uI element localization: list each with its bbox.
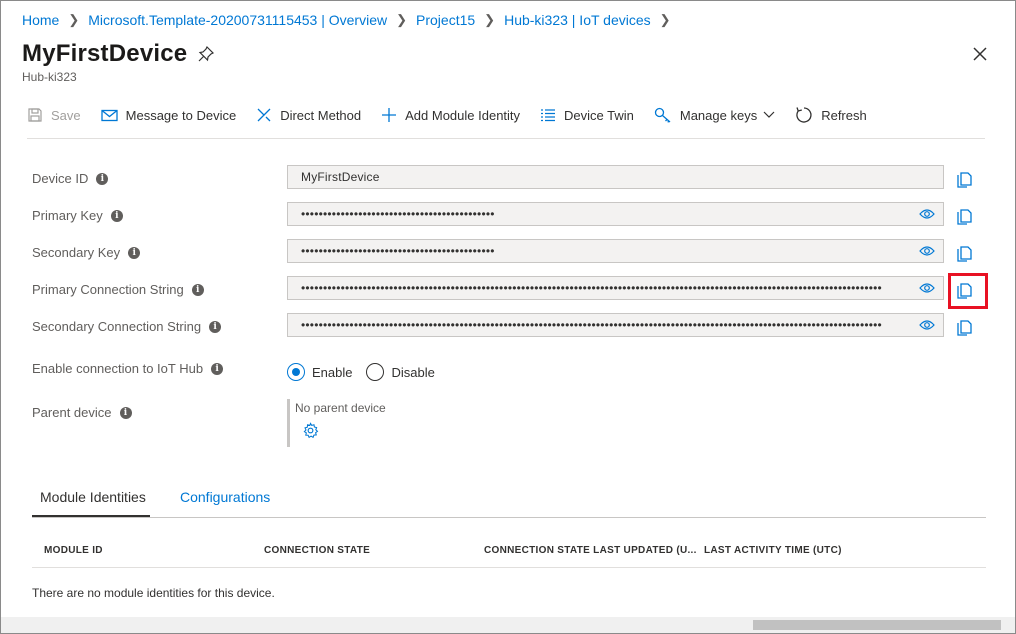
copy-device-id-icon[interactable]: [957, 172, 973, 190]
enable-radio[interactable]: [287, 363, 305, 381]
message-to-device-button[interactable]: Message to Device: [100, 107, 237, 123]
device-id-label: Device ID i: [32, 171, 109, 186]
table-header-divider: [32, 567, 986, 568]
parent-device-bar: [287, 399, 290, 447]
copy-primary-key-icon[interactable]: [957, 209, 973, 227]
primary-key-value: ••••••••••••••••••••••••••••••••••••••••…: [301, 207, 495, 221]
info-icon[interactable]: i: [128, 246, 141, 259]
eye-icon[interactable]: [919, 319, 935, 331]
parent-device-label-text: Parent device: [32, 405, 112, 420]
pin-icon[interactable]: [197, 45, 215, 63]
add-module-identity-label: Add Module Identity: [405, 107, 521, 123]
copy-secondary-key-icon[interactable]: [957, 246, 973, 264]
breadcrumb-template-overview[interactable]: Microsoft.Template-20200731115453 | Over…: [88, 12, 387, 28]
info-icon[interactable]: i: [110, 209, 123, 222]
direct-method-icon: [257, 108, 271, 122]
highlight-box: [948, 273, 988, 309]
chevron-right-icon: ❯: [396, 12, 408, 27]
device-id-label-text: Device ID: [32, 171, 89, 186]
chevron-right-icon: ❯: [68, 12, 80, 27]
key-icon: [654, 107, 671, 123]
device-id-field: MyFirstDevice: [287, 165, 944, 189]
command-bar: Save Message to Device Direct Method Add…: [27, 103, 887, 127]
gear-icon[interactable]: [302, 422, 319, 439]
eye-icon[interactable]: [919, 282, 935, 294]
refresh-button[interactable]: Refresh: [795, 106, 867, 124]
secondary-key-label: Secondary Key i: [32, 245, 141, 260]
eye-icon[interactable]: [919, 245, 935, 257]
enable-connection-label-text: Enable connection to IoT Hub: [32, 361, 204, 376]
mail-icon: [100, 109, 118, 121]
info-icon[interactable]: i: [119, 406, 132, 419]
manage-keys-label: Manage keys: [679, 107, 758, 123]
device-id-value: MyFirstDevice: [301, 170, 380, 184]
chevron-right-icon: ❯: [484, 12, 496, 27]
column-header-connection-state-last-updated[interactable]: CONNECTION STATE LAST UPDATED (U...: [484, 545, 697, 556]
close-icon[interactable]: [969, 43, 991, 65]
enable-connection-label: Enable connection to IoT Hub i: [32, 361, 224, 376]
primary-connection-string-value: ••••••••••••••••••••••••••••••••••••••••…: [301, 281, 882, 295]
column-header-connection-state[interactable]: CONNECTION STATE: [264, 545, 370, 556]
secondary-connection-string-label-text: Secondary Connection String: [32, 319, 202, 334]
enable-radio-label[interactable]: Enable: [312, 365, 352, 380]
chevron-down-icon: [763, 111, 775, 118]
plus-icon: [382, 108, 397, 122]
eye-icon[interactable]: [919, 208, 935, 220]
save-label: Save: [51, 107, 81, 123]
info-icon[interactable]: i: [191, 283, 204, 296]
refresh-icon: [796, 107, 812, 123]
breadcrumb-home[interactable]: Home: [22, 12, 59, 28]
primary-connection-string-label-text: Primary Connection String: [32, 282, 184, 297]
disable-radio[interactable]: [366, 363, 385, 381]
secondary-key-field: ••••••••••••••••••••••••••••••••••••••••…: [287, 239, 944, 263]
secondary-connection-string-value: ••••••••••••••••••••••••••••••••••••••••…: [301, 318, 882, 332]
column-header-module-id[interactable]: MODULE ID: [44, 545, 103, 556]
parent-device-value: No parent device: [295, 401, 386, 415]
refresh-label: Refresh: [821, 107, 867, 123]
page-subtitle: Hub-ki323: [22, 70, 77, 84]
connection-radio-group: Enable Disable: [287, 363, 435, 381]
save-button[interactable]: Save: [27, 107, 81, 123]
message-to-device-label: Message to Device: [125, 107, 237, 123]
horizontal-scrollbar-thumb[interactable]: [753, 620, 1001, 630]
column-header-last-activity-time[interactable]: LAST ACTIVITY TIME (UTC): [704, 545, 842, 556]
manage-keys-button[interactable]: Manage keys: [654, 107, 775, 123]
tab-module-identities[interactable]: Module Identities: [32, 489, 150, 517]
device-twin-label: Device Twin: [564, 107, 634, 123]
breadcrumb-project[interactable]: Project15: [416, 12, 475, 28]
command-bar-divider: [27, 138, 985, 139]
parent-device-label: Parent device i: [32, 405, 132, 420]
tab-bar: Module Identities Configurations: [32, 481, 986, 518]
breadcrumb-iot-devices[interactable]: Hub-ki323 | IoT devices: [504, 12, 651, 28]
primary-key-label-text: Primary Key: [32, 208, 103, 223]
secondary-connection-string-label: Secondary Connection String i: [32, 319, 222, 334]
primary-key-label: Primary Key i: [32, 208, 123, 223]
direct-method-button[interactable]: Direct Method: [256, 107, 361, 123]
chevron-right-icon: ❯: [659, 12, 671, 27]
primary-key-field: ••••••••••••••••••••••••••••••••••••••••…: [287, 202, 944, 226]
add-module-identity-button[interactable]: Add Module Identity: [381, 107, 520, 123]
info-icon[interactable]: i: [211, 362, 224, 375]
primary-connection-string-field: ••••••••••••••••••••••••••••••••••••••••…: [287, 276, 944, 300]
copy-secondary-connection-string-icon[interactable]: [957, 320, 973, 338]
horizontal-scrollbar[interactable]: [1, 617, 1015, 633]
primary-connection-string-label: Primary Connection String i: [32, 282, 204, 297]
direct-method-label: Direct Method: [280, 107, 362, 123]
device-details-blade: Home ❯ Microsoft.Template-20200731115453…: [0, 0, 1016, 634]
info-icon[interactable]: i: [96, 172, 109, 185]
info-icon[interactable]: i: [209, 320, 222, 333]
secondary-key-value: ••••••••••••••••••••••••••••••••••••••••…: [301, 244, 495, 258]
breadcrumb: Home ❯ Microsoft.Template-20200731115453…: [22, 12, 680, 28]
device-twin-button[interactable]: Device Twin: [540, 108, 634, 123]
save-icon: [28, 108, 42, 122]
page-title: MyFirstDevice: [22, 40, 188, 67]
disable-radio-label[interactable]: Disable: [391, 365, 434, 380]
list-icon: [541, 109, 556, 122]
secondary-key-label-text: Secondary Key: [32, 245, 121, 260]
tab-configurations[interactable]: Configurations: [180, 489, 270, 505]
empty-table-message: There are no module identities for this …: [32, 586, 275, 600]
secondary-connection-string-field: ••••••••••••••••••••••••••••••••••••••••…: [287, 313, 944, 337]
